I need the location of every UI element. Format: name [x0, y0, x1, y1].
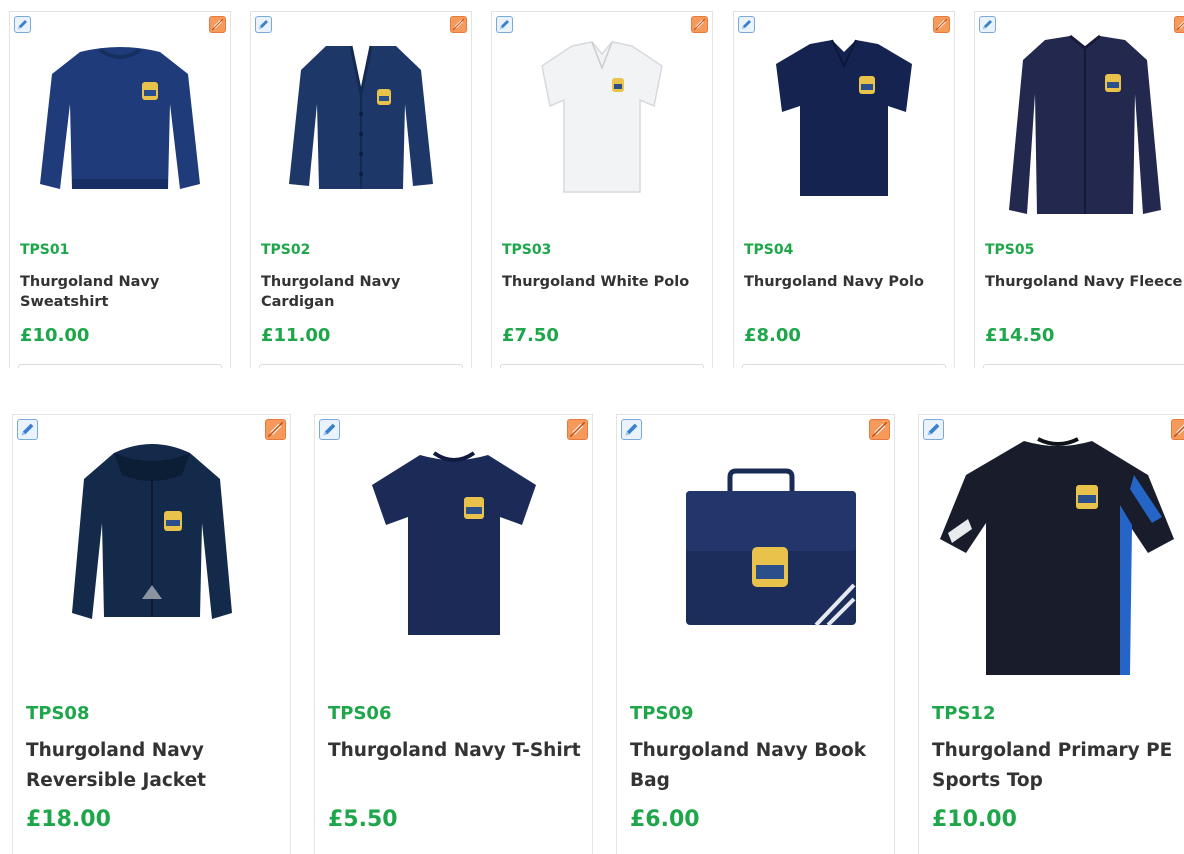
product-name[interactable]: Thurgoland Navy Sweatshirt — [20, 272, 225, 313]
product-sku: TPS05 — [985, 242, 1035, 258]
product-image-navy-cardigan[interactable] — [251, 34, 471, 234]
product-sku: TPS06 — [328, 703, 392, 724]
product-price: £5.50 — [328, 807, 398, 832]
product-name[interactable]: Thurgoland Navy Polo — [744, 272, 949, 292]
product-card[interactable]: TPS08 Thurgoland Navy Reversible Jacket … — [12, 414, 291, 854]
add-to-basket-button[interactable] — [259, 364, 463, 368]
product-price: £8.00 — [744, 325, 801, 346]
product-sku: TPS09 — [630, 703, 694, 724]
product-sku: TPS12 — [932, 703, 996, 724]
product-card[interactable]: TPS01 Thurgoland Navy Sweatshirt £10.00 — [9, 11, 231, 368]
product-image-navy-tshirt[interactable] — [315, 435, 592, 690]
product-card[interactable]: TPS04 Thurgoland Navy Polo £8.00 — [733, 11, 955, 368]
product-price: £18.00 — [26, 807, 111, 832]
product-card[interactable]: TPS09 Thurgoland Navy Book Bag £6.00 — [616, 414, 895, 854]
product-name[interactable]: Thurgoland Navy Fleece — [985, 272, 1184, 292]
product-name[interactable]: Thurgoland Navy Reversible Jacket — [26, 736, 281, 796]
delete-pencil-icon[interactable] — [933, 16, 950, 33]
product-price: £10.00 — [932, 807, 1017, 832]
edit-pencil-icon[interactable] — [496, 16, 513, 33]
product-name[interactable]: Thurgoland Navy Book Bag — [630, 736, 885, 796]
edit-pencil-icon[interactable] — [979, 16, 996, 33]
product-image-navy-jacket[interactable] — [13, 435, 290, 690]
product-image-navy-book-bag[interactable] — [617, 435, 894, 690]
product-image-navy-sweatshirt[interactable] — [10, 34, 230, 234]
delete-pencil-icon[interactable] — [691, 16, 708, 33]
product-image-navy-fleece[interactable] — [975, 34, 1184, 234]
product-card[interactable]: TPS12 Thurgoland Primary PE Sports Top £… — [918, 414, 1184, 854]
edit-pencil-icon[interactable] — [14, 16, 31, 33]
product-sku: TPS08 — [26, 703, 90, 724]
product-price: £14.50 — [985, 325, 1055, 346]
product-image-pe-sports-top[interactable] — [919, 435, 1184, 690]
edit-pencil-icon[interactable] — [255, 16, 272, 33]
add-to-basket-button[interactable] — [500, 364, 704, 368]
edit-pencil-icon[interactable] — [738, 16, 755, 33]
product-card[interactable]: TPS06 Thurgoland Navy T-Shirt £5.50 — [314, 414, 593, 854]
add-to-basket-button[interactable] — [983, 364, 1184, 368]
product-name[interactable]: Thurgoland Navy Cardigan — [261, 272, 466, 313]
product-sku: TPS04 — [744, 242, 794, 258]
product-price: £11.00 — [261, 325, 331, 346]
add-to-basket-button[interactable] — [18, 364, 222, 368]
product-card[interactable]: TPS05 Thurgoland Navy Fleece £14.50 — [974, 11, 1184, 368]
product-price: £7.50 — [502, 325, 559, 346]
product-price: £10.00 — [20, 325, 90, 346]
product-sku: TPS03 — [502, 242, 552, 258]
product-card[interactable]: TPS03 Thurgoland White Polo £7.50 — [491, 11, 713, 368]
product-card[interactable]: TPS02 Thurgoland Navy Cardigan £11.00 — [250, 11, 472, 368]
delete-pencil-icon[interactable] — [1174, 16, 1184, 33]
product-name[interactable]: Thurgoland White Polo — [502, 272, 707, 292]
product-name[interactable]: Thurgoland Primary PE Sports Top — [932, 736, 1184, 796]
product-price: £6.00 — [630, 807, 700, 832]
product-sku: TPS02 — [261, 242, 311, 258]
add-to-basket-button[interactable] — [742, 364, 946, 368]
product-image-white-polo[interactable] — [492, 34, 712, 234]
delete-pencil-icon[interactable] — [450, 16, 467, 33]
product-image-navy-polo[interactable] — [734, 34, 954, 234]
product-sku: TPS01 — [20, 242, 70, 258]
delete-pencil-icon[interactable] — [209, 16, 226, 33]
product-name[interactable]: Thurgoland Navy T-Shirt — [328, 736, 583, 766]
